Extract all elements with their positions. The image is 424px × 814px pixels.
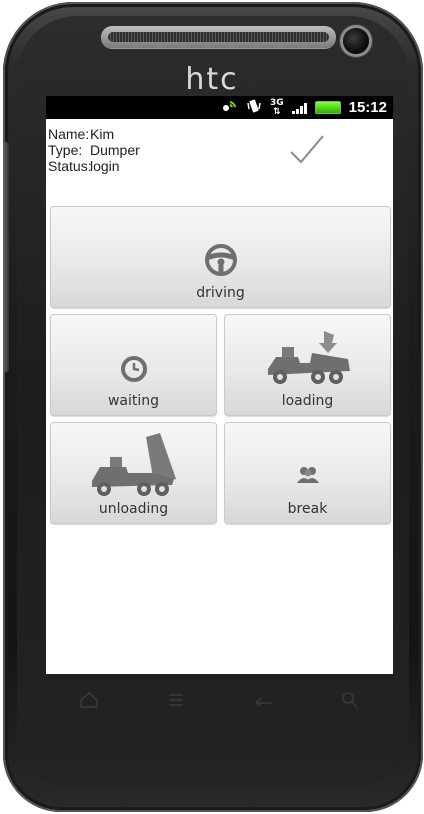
people-icon	[296, 465, 320, 485]
status-value: login	[90, 158, 120, 174]
loading-button[interactable]: loading	[224, 314, 391, 416]
waiting-button[interactable]: waiting	[50, 314, 217, 416]
type-row: Type: Dumper	[48, 142, 140, 158]
front-camera	[343, 28, 369, 54]
network-label: 3G	[269, 97, 284, 108]
type-label: Type:	[48, 142, 83, 158]
break-label: break	[287, 501, 328, 517]
status-bar: 3G ⇅ 15:12	[46, 96, 393, 119]
hardware-nav-bar	[46, 676, 393, 724]
name-label: Name:	[48, 126, 90, 142]
brand-logo: htc	[185, 62, 239, 97]
screen: 3G ⇅ 15:12 Name: Kim Type: Dumper Status:…	[46, 96, 393, 674]
back-icon[interactable]	[243, 685, 283, 715]
signal-icon	[291, 102, 307, 114]
driving-label: driving	[196, 285, 245, 301]
battery-icon	[314, 101, 341, 114]
speaker-grill	[108, 32, 329, 42]
volume-side-button[interactable]	[3, 142, 9, 372]
loading-label: loading	[281, 393, 334, 409]
driving-button[interactable]: driving	[50, 206, 391, 308]
dumper-loading-icon	[262, 329, 354, 389]
status-row: Status: login	[48, 158, 140, 174]
search-icon[interactable]	[330, 685, 370, 715]
unloading-label: unloading	[98, 501, 169, 517]
vibrate-icon	[246, 99, 262, 116]
status-time: 15:12	[348, 99, 387, 116]
dumper-unloading-icon	[84, 433, 184, 499]
break-button[interactable]: break	[224, 422, 391, 524]
home-icon[interactable]	[69, 685, 109, 715]
unloading-button[interactable]: unloading	[50, 422, 217, 524]
clock-icon	[120, 355, 148, 383]
confirm-check-icon[interactable]	[287, 132, 327, 168]
satellite-icon	[220, 99, 238, 116]
status-label: Status:	[48, 158, 92, 174]
name-row: Name: Kim	[48, 126, 140, 142]
driver-info: Name: Kim Type: Dumper Status: login	[48, 126, 140, 174]
menu-icon[interactable]	[156, 685, 196, 715]
type-value: Dumper	[90, 142, 140, 158]
earpiece-speaker	[101, 26, 336, 48]
network-3g-icon: 3G ⇅	[269, 97, 284, 117]
steering-wheel-icon	[204, 243, 238, 277]
name-value: Kim	[90, 126, 115, 142]
waiting-label: waiting	[107, 393, 160, 409]
